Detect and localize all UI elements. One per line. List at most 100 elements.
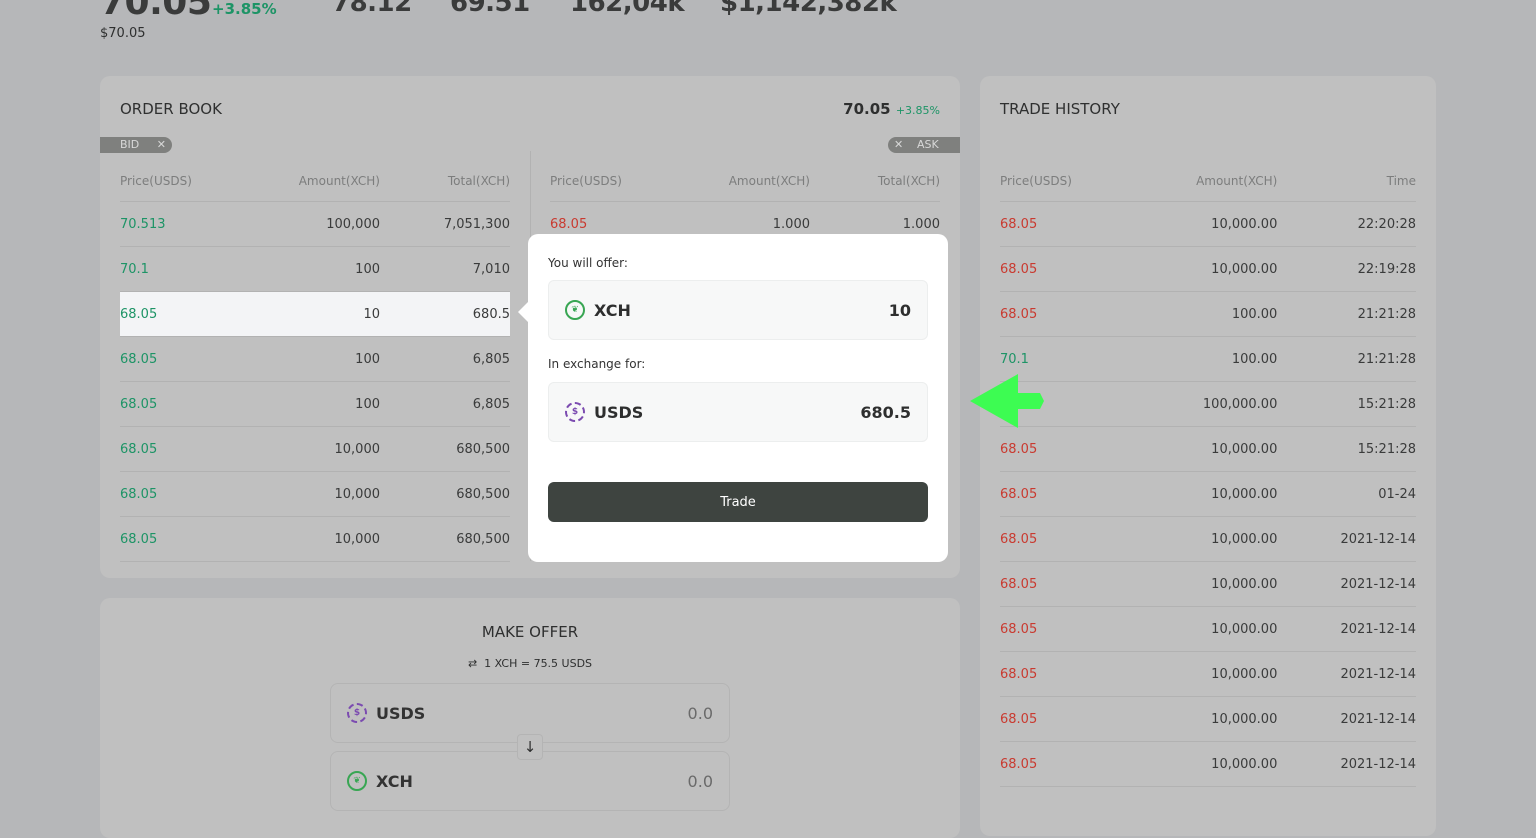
price-cell: 70.513 bbox=[120, 216, 166, 232]
order-book-price: 70.05 +3.85% bbox=[843, 100, 940, 118]
table-row[interactable]: 68.05 10,000.00 2021-12-14 bbox=[1000, 517, 1416, 562]
total-cell: 01-24 bbox=[1378, 486, 1417, 502]
total-cell: 680.5 bbox=[472, 306, 510, 322]
from-amount[interactable]: 0.0 bbox=[688, 704, 713, 723]
make-offer-to[interactable]: ❦ XCH 0.0 bbox=[330, 751, 730, 811]
total-cell: 21:21:28 bbox=[1357, 351, 1417, 367]
amount-cell: 10,000.00 bbox=[1211, 486, 1278, 502]
price-cell: 68.05 bbox=[1000, 756, 1038, 772]
xch-leaf-icon: ❦ bbox=[347, 771, 367, 791]
price-cell: 68.05 bbox=[120, 306, 158, 322]
total-cell: 21:21:28 bbox=[1357, 306, 1417, 322]
amount-cell: 10,000.00 bbox=[1211, 441, 1278, 457]
table-row[interactable]: 68.05 10,000.00 2021-12-14 bbox=[1000, 697, 1416, 742]
total-cell: 1.000 bbox=[902, 216, 940, 232]
ask-filter-tag[interactable]: ✕ ASK bbox=[888, 137, 960, 153]
total-cell: 680,500 bbox=[456, 486, 510, 502]
amount-cell: 1.000 bbox=[772, 216, 810, 232]
column-header: Price(USDS) bbox=[550, 174, 622, 188]
table-header: Price(USDS) Amount(XCH) Time bbox=[1000, 174, 1416, 202]
amount-cell: 10,000.00 bbox=[1211, 576, 1278, 592]
total-cell: 2021-12-14 bbox=[1340, 576, 1417, 592]
trade-history-title: TRADE HISTORY bbox=[1000, 100, 1120, 118]
table-row[interactable]: 70.1 100 7,010 bbox=[120, 247, 510, 292]
table-row[interactable]: 68.05 10,000.00 15:21:28 bbox=[1000, 427, 1416, 472]
offer-field[interactable]: ❦ XCH 10 bbox=[548, 280, 928, 340]
stat-price-usd: $70.05 bbox=[100, 26, 146, 41]
price-cell: 68.05 bbox=[1000, 711, 1038, 727]
total-cell: 680,500 bbox=[456, 441, 510, 457]
amount-cell: 100.00 bbox=[1231, 351, 1278, 367]
table-row[interactable]: 70.1 100.00 21:21:28 bbox=[1000, 337, 1416, 382]
price-cell: 68.05 bbox=[1000, 261, 1038, 277]
table-row[interactable]: 68.05 10,000 680,500 bbox=[120, 472, 510, 517]
usds-icon: $ bbox=[565, 402, 585, 422]
column-header: Total(XCH) bbox=[877, 174, 940, 188]
table-row[interactable]: 68.05 10,000.00 22:19:28 bbox=[1000, 247, 1416, 292]
trade-button[interactable]: Trade bbox=[548, 482, 928, 522]
exchange-field[interactable]: $ USDS 680.5 bbox=[548, 382, 928, 442]
amount-cell: 10,000 bbox=[334, 531, 381, 547]
column-header: Total(XCH) bbox=[447, 174, 510, 188]
table-row[interactable]: 68.05 10,000.00 2021-12-14 bbox=[1000, 742, 1416, 787]
price-cell: 70.1 bbox=[1000, 351, 1029, 367]
amount-cell: 10,000.00 bbox=[1211, 531, 1278, 547]
table-row[interactable]: 68.05 10,000.00 2021-12-14 bbox=[1000, 562, 1416, 607]
xch-leaf-icon: ❦ bbox=[565, 300, 585, 320]
bid-table: Price(USDS) Amount(XCH) Total(XCH) 70.513 10… bbox=[120, 174, 510, 562]
column-header: Time bbox=[1386, 174, 1417, 188]
table-row[interactable]: 68.05 100 6,805 bbox=[120, 337, 510, 382]
table-row[interactable]: 68.05 10,000.00 22:20:28 bbox=[1000, 202, 1416, 247]
price-cell: 68.05 bbox=[1000, 531, 1038, 547]
total-cell: 7,010 bbox=[472, 261, 510, 277]
table-row[interactable]: 68.05 10,000.00 2021-12-14 bbox=[1000, 652, 1416, 697]
bid-filter-tag[interactable]: BID ✕ bbox=[100, 137, 172, 153]
offer-amount[interactable]: 10 bbox=[889, 301, 911, 320]
amount-cell: 100 bbox=[355, 351, 380, 367]
close-icon[interactable]: ✕ bbox=[894, 137, 903, 153]
exchange-label: In exchange for: bbox=[548, 357, 646, 371]
ask-tag-label: ASK bbox=[917, 138, 939, 151]
price-cell: 68.05 bbox=[120, 486, 158, 502]
table-row[interactable]: 68.05 10,000.00 2021-12-14 bbox=[1000, 607, 1416, 652]
make-offer-title: MAKE OFFER bbox=[481, 623, 579, 641]
total-cell: 2021-12-14 bbox=[1340, 666, 1417, 682]
close-icon[interactable]: ✕ bbox=[157, 137, 166, 153]
stat-low: 69.51 bbox=[450, 0, 530, 18]
amount-cell: 100,000.00 bbox=[1202, 396, 1278, 412]
table-row[interactable]: 68.05 10,000 680,500 bbox=[120, 517, 510, 562]
table-row[interactable]: 68.05 100.00 21:21:28 bbox=[1000, 292, 1416, 337]
table-row[interactable]: 68.05 10,000 680,500 bbox=[120, 427, 510, 472]
total-cell: 15:21:28 bbox=[1357, 441, 1417, 457]
table-row[interactable]: 68.05 100 6,805 bbox=[120, 382, 510, 427]
stat-change: +3.85% bbox=[212, 0, 277, 18]
price-cell: 70.1 bbox=[120, 261, 149, 277]
pointer-arrow-icon bbox=[970, 374, 1044, 428]
stat-turnover: $1,142,382k bbox=[720, 0, 897, 18]
stat-price: 70.05 bbox=[100, 0, 212, 23]
total-cell: 680,500 bbox=[456, 531, 510, 547]
total-cell: 6,805 bbox=[472, 396, 510, 412]
swap-icon[interactable]: ⇄ bbox=[468, 657, 477, 670]
exchange-amount[interactable]: 680.5 bbox=[860, 403, 911, 422]
exchange-token: USDS bbox=[594, 402, 644, 422]
total-cell: 22:20:28 bbox=[1357, 216, 1417, 232]
arrow-down-icon[interactable]: ↓ bbox=[517, 734, 543, 760]
total-cell: 6,805 bbox=[472, 351, 510, 367]
amount-cell: 100,000 bbox=[326, 216, 380, 232]
column-header: Amount(XCH) bbox=[298, 174, 380, 188]
trade-history-table: Price(USDS) Amount(XCH) Time 68.05 10,000.00… bbox=[1000, 174, 1416, 787]
from-token: USDS bbox=[376, 703, 426, 723]
trade-history-panel: TRADE HISTORY Price(USDS) Amount(XCH) Time… bbox=[980, 76, 1436, 836]
table-row[interactable]: 68.05 10,000.00 01-24 bbox=[1000, 472, 1416, 517]
stat-volume: 162,04k bbox=[570, 0, 685, 18]
table-row[interactable]: 68.05 10 680.5 bbox=[120, 292, 510, 337]
rate: ⇄ 1 XCH = 75.5 USDS bbox=[100, 657, 960, 670]
price-cell: 68.05 bbox=[120, 396, 158, 412]
table-header: Price(USDS) Amount(XCH) Total(XCH) bbox=[120, 174, 510, 202]
to-amount[interactable]: 0.0 bbox=[688, 772, 713, 791]
amount-cell: 10 bbox=[363, 306, 380, 322]
table-row[interactable]: 70.1100,000.0015:21:28 bbox=[1000, 382, 1416, 427]
rate-text: 1 XCH = 75.5 USDS bbox=[484, 657, 593, 670]
table-row[interactable]: 70.513 100,000 7,051,300 bbox=[120, 202, 510, 247]
